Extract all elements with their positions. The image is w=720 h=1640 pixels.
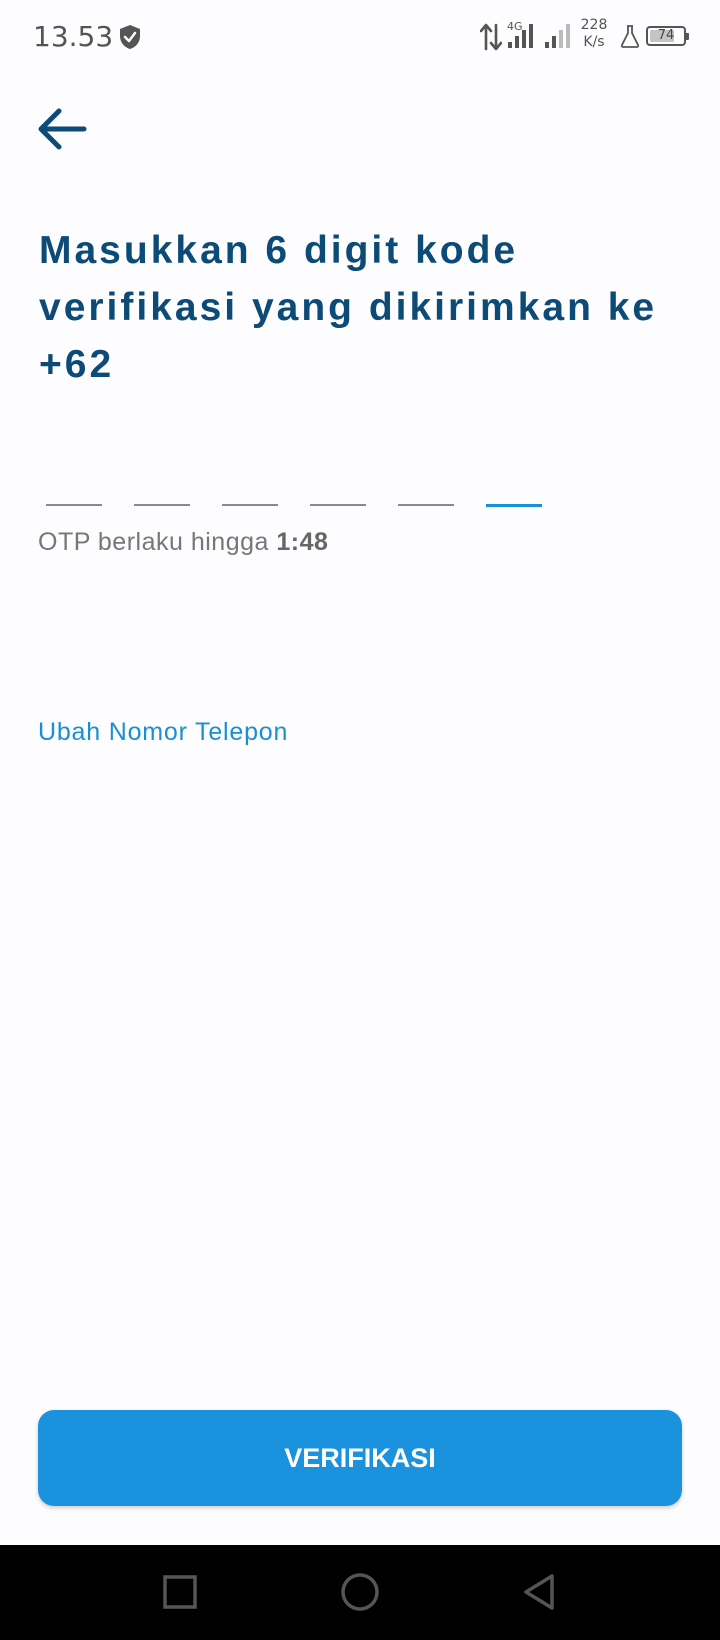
- verify-button[interactable]: VERIFIKASI: [38, 1410, 682, 1506]
- otp-digit-1[interactable]: [46, 476, 102, 506]
- status-time: 13.53: [33, 20, 114, 53]
- otp-digit-3[interactable]: [222, 476, 278, 506]
- otp-digit-6[interactable]: [486, 476, 542, 507]
- network-speed-unit: K/s: [583, 34, 605, 50]
- otp-digit-2[interactable]: [134, 476, 190, 506]
- otp-input-group: [46, 476, 546, 507]
- signal-icon-2: [545, 24, 570, 48]
- signal-icon: [508, 24, 533, 48]
- otp-digit-5[interactable]: [398, 476, 454, 506]
- recent-apps-icon[interactable]: [155, 1567, 205, 1617]
- network-speed-value: 228: [580, 17, 608, 33]
- otp-timer-value: 1:48: [276, 528, 329, 556]
- network-speed: 228 K/s: [578, 17, 610, 51]
- battery-icon: 74: [646, 26, 689, 46]
- change-phone-number-link[interactable]: Ubah Nomor Telepon: [38, 718, 288, 747]
- back-nav-icon[interactable]: [515, 1567, 565, 1617]
- battery-level: 74: [657, 28, 675, 43]
- status-bar: 13.53 4G 228 K/s 74: [0, 0, 720, 74]
- arrow-left-icon: [38, 108, 87, 150]
- data-arrows-icon: [480, 23, 502, 51]
- otp-timer-label: OTP berlaku hingga: [38, 528, 269, 556]
- navigation-bar: [0, 1545, 720, 1640]
- flask-icon: [620, 25, 640, 48]
- otp-timer: OTP berlaku hingga 1:48: [38, 528, 328, 557]
- shield-icon: [120, 25, 140, 49]
- back-button[interactable]: [34, 100, 92, 158]
- otp-digit-4[interactable]: [310, 476, 366, 506]
- page-title: Masukkan 6 digit kode verifikasi yang di…: [39, 229, 658, 386]
- home-icon[interactable]: [335, 1567, 385, 1617]
